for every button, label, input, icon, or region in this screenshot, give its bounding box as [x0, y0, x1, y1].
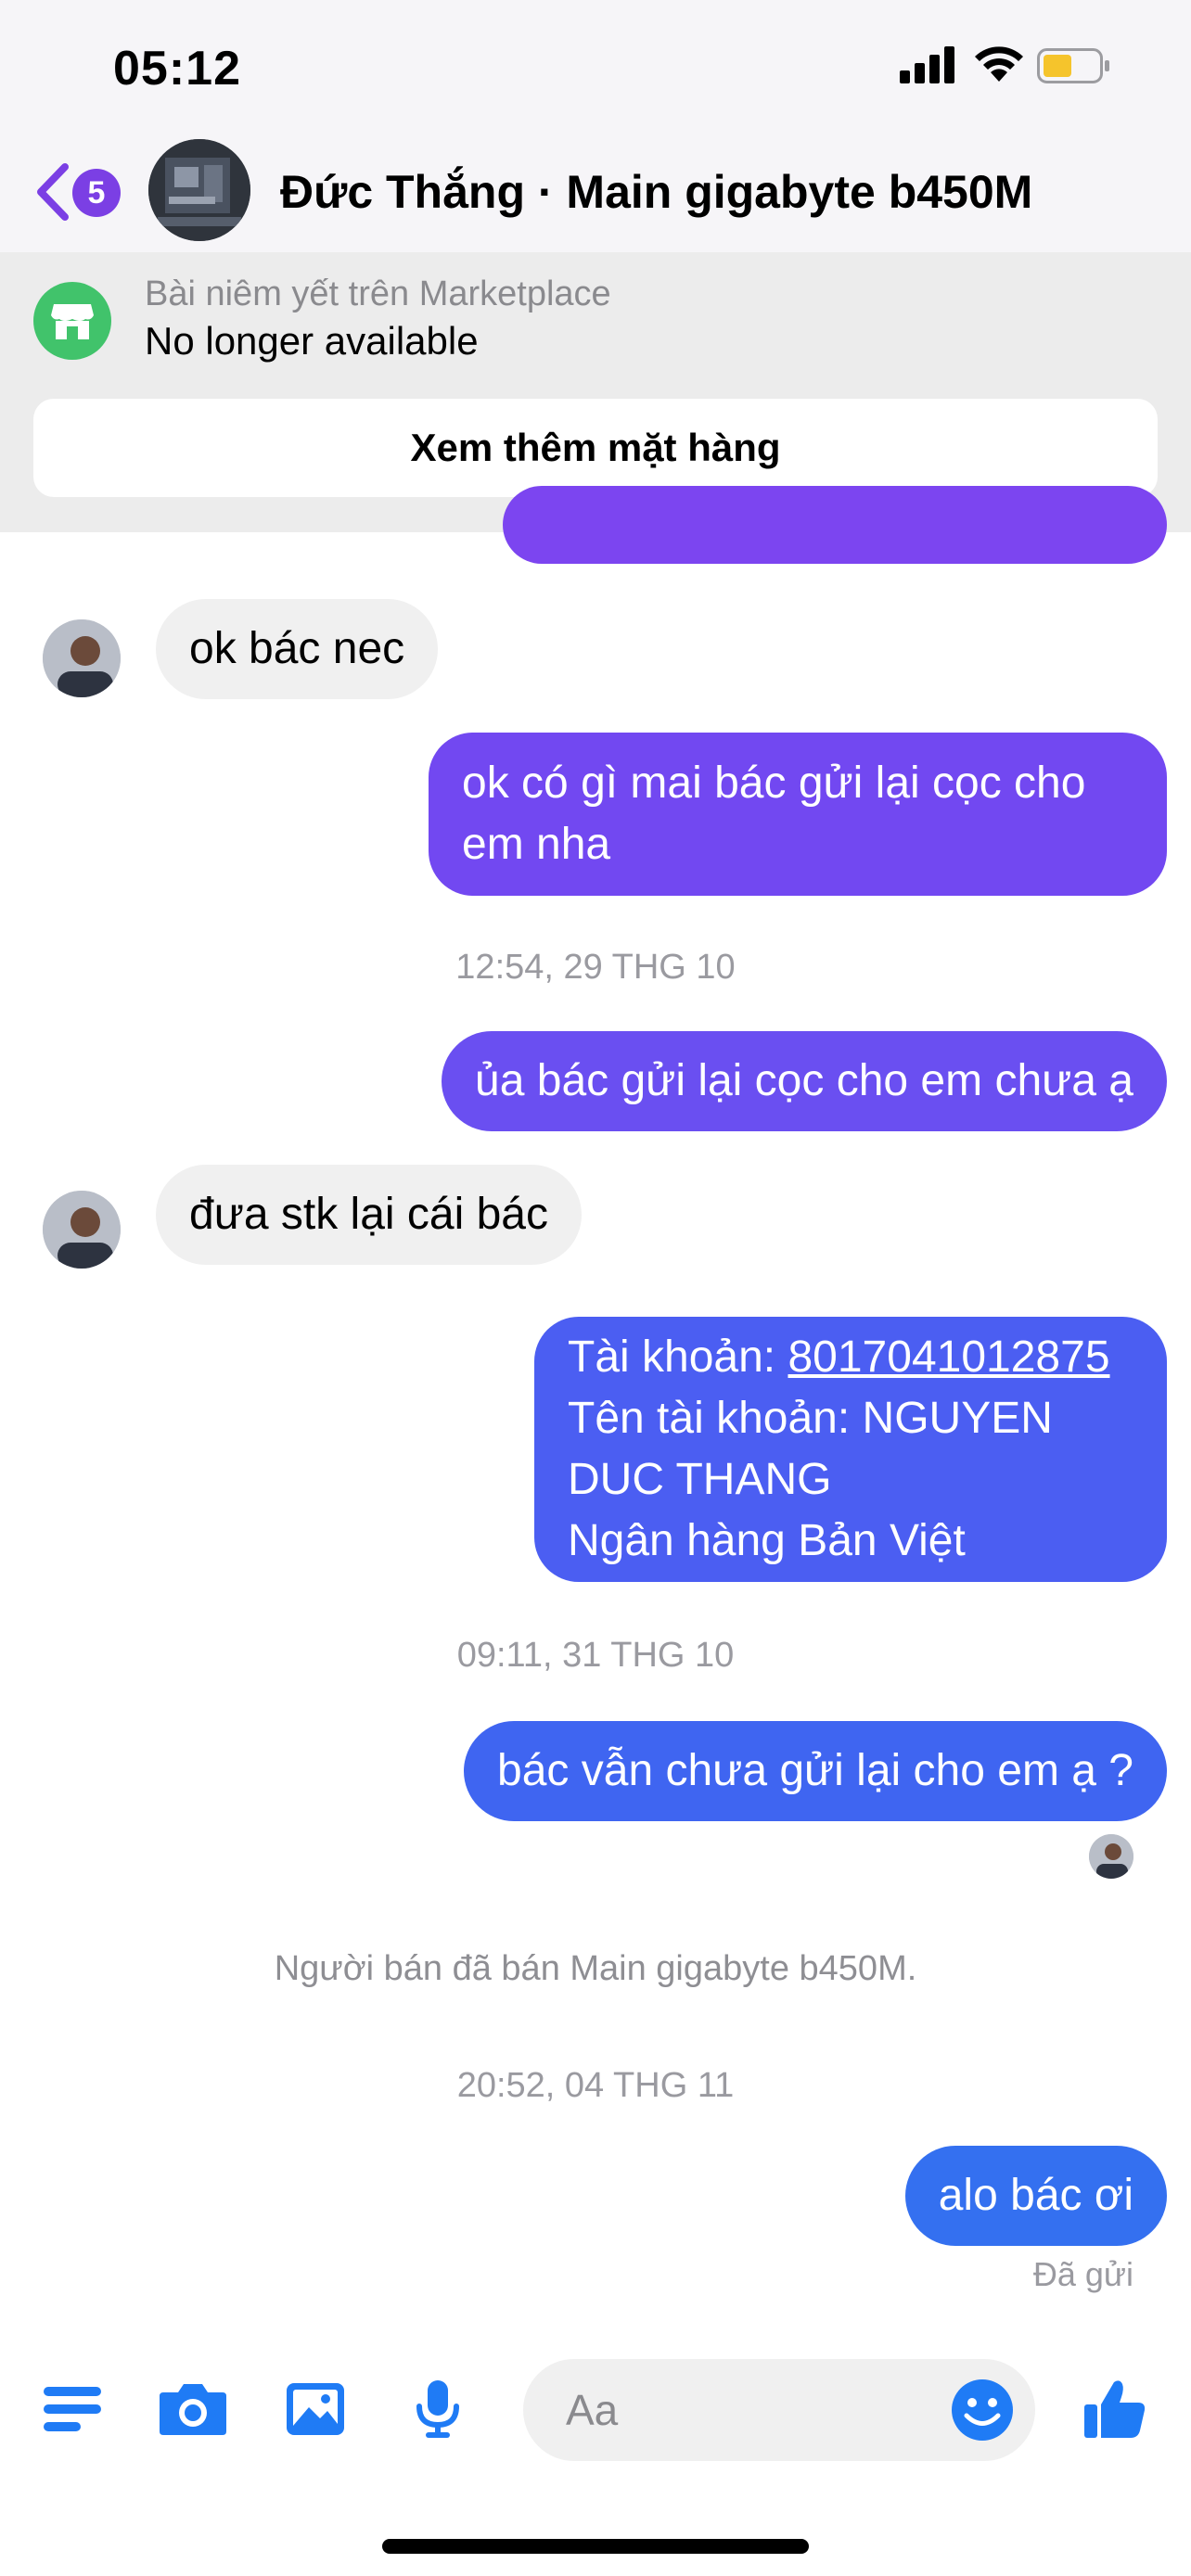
listing-avatar[interactable] [148, 139, 250, 241]
account-name: Tên tài khoản: NGUYEN DUC THANG [568, 1394, 1053, 1504]
message-bubble-outgoing[interactable]: bác vẫn chưa gửi lại cho em ạ ? [464, 1721, 1167, 1821]
message-bubble-hidden [503, 486, 1167, 564]
marketplace-shop-icon [33, 282, 111, 360]
back-button[interactable]: 5 [33, 159, 126, 224]
marketplace-label: Bài niêm yết trên Marketplace [145, 274, 611, 313]
menu-button[interactable] [35, 2372, 109, 2446]
message-bubble-outgoing[interactable]: alo bác ơi [904, 2146, 1167, 2246]
like-button[interactable] [1078, 2372, 1152, 2446]
read-receipt-avatar [1089, 1834, 1133, 1879]
message-text: ok có gì mai bác gửi lại cọc cho em nha [462, 759, 1086, 869]
account-number-link[interactable]: 8017041012875 [788, 1333, 1109, 1382]
account-label: Tài khoản: [568, 1333, 788, 1382]
wifi-icon [975, 46, 1023, 82]
emoji-icon[interactable] [950, 2378, 1015, 2442]
bank-name: Ngân hàng Bản Việt [568, 1516, 966, 1565]
microphone-icon [416, 2380, 459, 2438]
sender-avatar[interactable] [43, 1191, 121, 1269]
cellular-signal-icon [900, 46, 954, 83]
conversation-header: 5 Đức Thắng · Main gigabyte b450M [0, 139, 1191, 252]
home-indicator [382, 2539, 809, 2554]
camera-icon [160, 2384, 226, 2435]
message-bubble-outgoing[interactable]: ủa bác gửi lại cọc cho em chưa ạ [442, 1031, 1167, 1131]
status-time: 05:12 [113, 42, 241, 96]
message-input-bar [0, 2337, 1191, 2476]
status-bar: 05:12 [0, 0, 1191, 139]
delivery-status: Đã gửi [1032, 2255, 1133, 2293]
chevron-left-icon [37, 163, 69, 221]
unread-count-badge: 5 [72, 169, 121, 217]
message-composer[interactable] [523, 2359, 1035, 2461]
camera-button[interactable] [156, 2372, 230, 2446]
gallery-button[interactable] [278, 2372, 352, 2446]
message-bubble-outgoing[interactable]: ok có gì mai bác gửi lại cọc cho em nha [429, 733, 1167, 896]
message-bubble-bank-details[interactable]: Tài khoản: 8017041012875 Tên tài khoản: … [534, 1317, 1167, 1582]
timestamp-separator: 12:54, 29 THG 10 [455, 948, 736, 987]
menu-lines-icon [44, 2387, 101, 2431]
listing-status: No longer available [145, 319, 479, 363]
view-more-items-button[interactable]: Xem thêm mặt hàng [33, 399, 1158, 497]
system-message: Người bán đã bán Main gigabyte b450M. [274, 1949, 917, 1988]
message-bubble-incoming[interactable]: đưa stk lại cái bác [156, 1165, 582, 1265]
account-line: Tài khoản: 8017041012875 [568, 1327, 1143, 1388]
battery-icon [1037, 48, 1109, 83]
message-bubble-incoming[interactable]: ok bác nec [156, 599, 439, 699]
motherboard-photo-icon [148, 139, 250, 241]
thumbs-up-icon [1084, 2380, 1146, 2438]
timestamp-separator: 09:11, 31 THG 10 [456, 1636, 735, 1675]
timestamp-separator: 20:52, 04 THG 11 [456, 2066, 735, 2105]
voice-button[interactable] [401, 2372, 475, 2446]
photo-icon [287, 2383, 344, 2435]
conversation-title[interactable]: Đức Thắng · Main gigabyte b450M [280, 165, 1032, 219]
message-input[interactable] [566, 2359, 937, 2461]
sender-avatar[interactable] [43, 619, 121, 697]
